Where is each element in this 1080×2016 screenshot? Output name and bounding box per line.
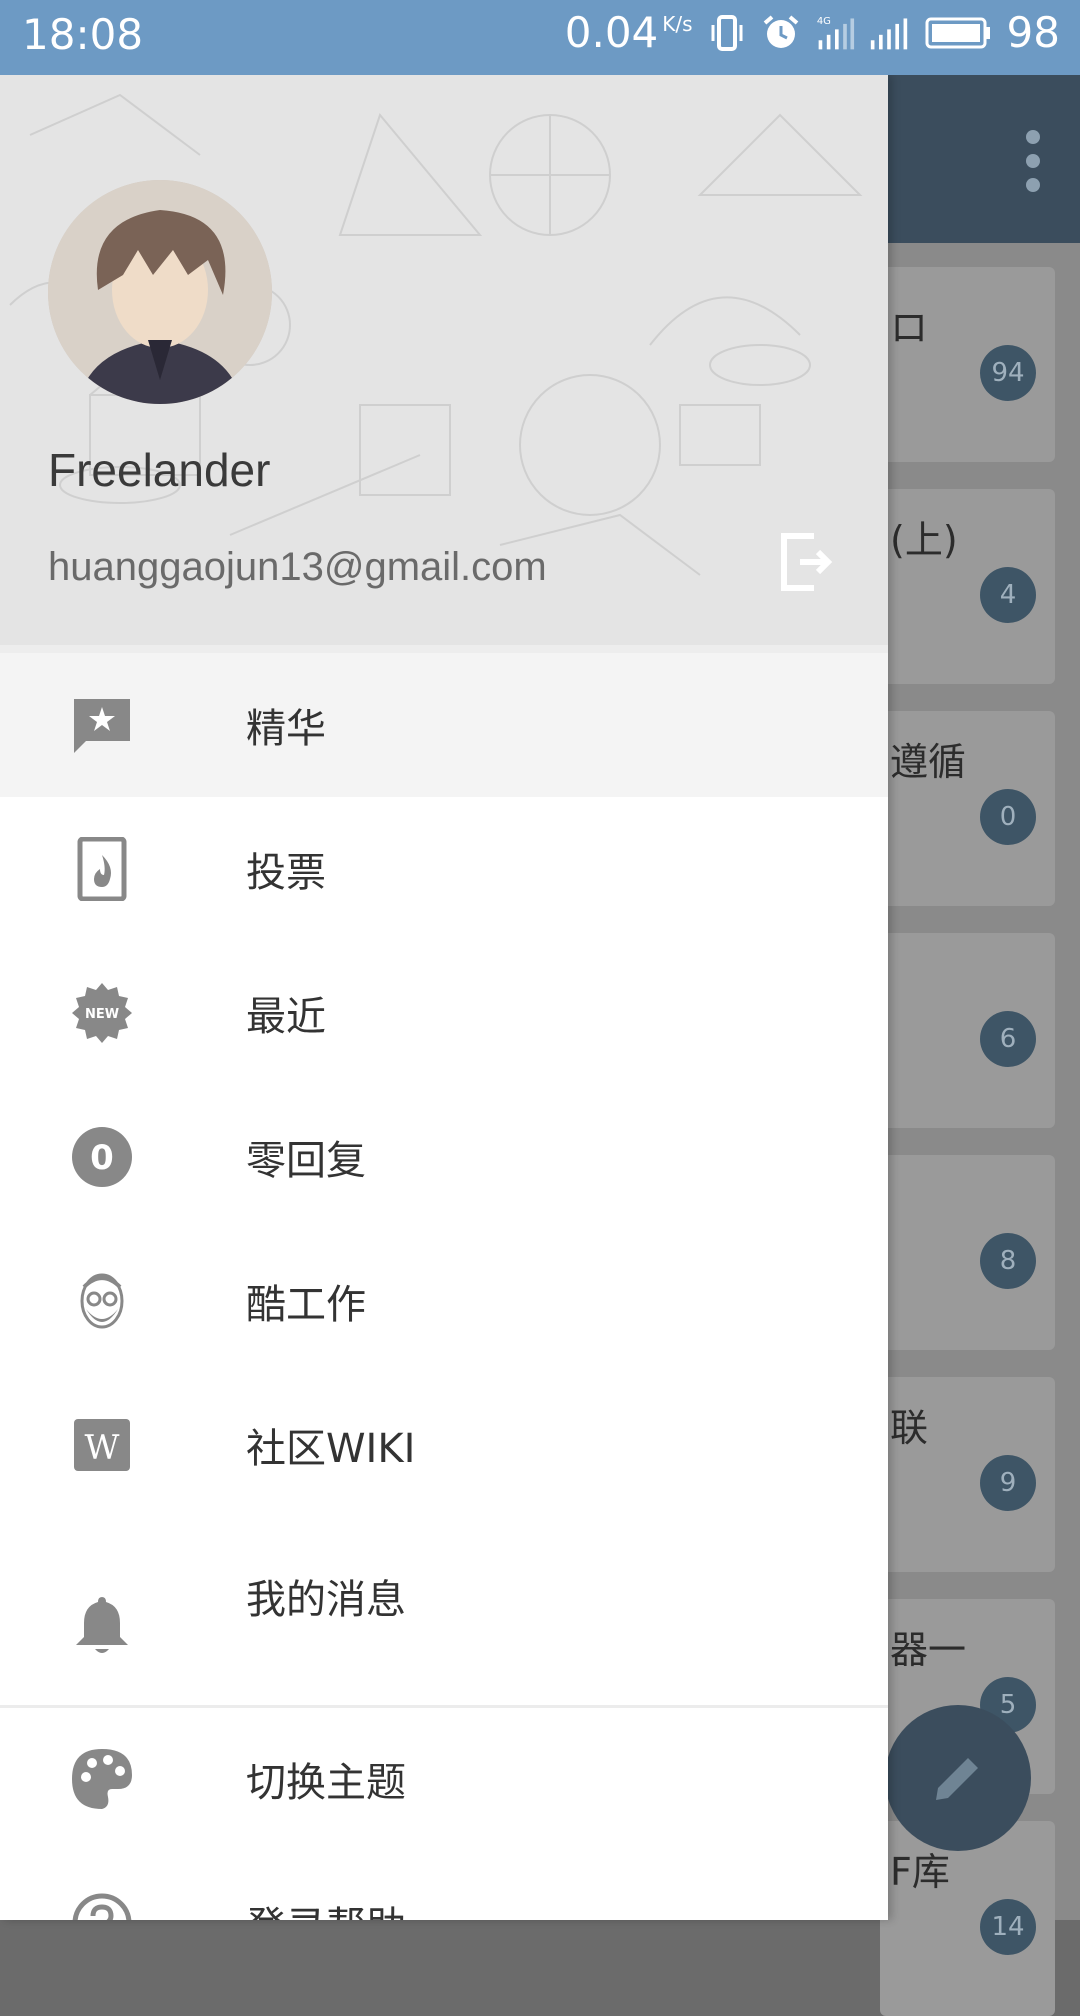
card-text: 遵循 bbox=[890, 740, 967, 784]
svg-text:NEW: NEW bbox=[85, 1007, 119, 1022]
drawer-header: Freelander huanggaojun13@gmail.com bbox=[0, 75, 888, 645]
zero-circle-icon: 0 bbox=[70, 1125, 134, 1189]
palette-icon bbox=[70, 1747, 134, 1811]
menu-item-jobs[interactable]: 酷工作 bbox=[0, 1229, 888, 1373]
user-name: Freelander bbox=[48, 444, 271, 496]
star-chat-icon bbox=[70, 693, 134, 757]
signal-icon bbox=[869, 13, 909, 53]
menu-item-label: 零回复 bbox=[246, 1138, 366, 1184]
status-bar: 18:08 0.04 K/s 4G 98 bbox=[0, 0, 1080, 75]
card-text: (上) bbox=[890, 518, 958, 562]
reply-count-badge: 9 bbox=[980, 1455, 1036, 1511]
status-time: 18:08 bbox=[22, 10, 144, 59]
svg-text:0: 0 bbox=[90, 1138, 114, 1178]
card-text: ロ bbox=[890, 306, 929, 350]
battery-level: 98 bbox=[1006, 8, 1060, 57]
menu-item-wiki[interactable]: W 社区WIKI bbox=[0, 1373, 888, 1517]
menu-item-label: 酷工作 bbox=[246, 1282, 366, 1328]
compose-fab[interactable] bbox=[885, 1705, 1031, 1851]
net-speed: 0.04 bbox=[564, 8, 659, 57]
menu-item-switch-theme[interactable]: 切换主题 bbox=[0, 1708, 888, 1850]
user-avatar[interactable] bbox=[48, 180, 272, 404]
net-unit: K/s bbox=[662, 11, 693, 36]
svg-text:W: W bbox=[85, 1428, 120, 1468]
pencil-icon bbox=[936, 1758, 978, 1800]
menu-item-label: 社区WIKI bbox=[246, 1426, 416, 1472]
topic-card[interactable]: 8 bbox=[880, 1155, 1055, 1350]
header-divider bbox=[0, 645, 888, 653]
reply-count-badge: 4 bbox=[980, 567, 1036, 623]
reply-count-badge: 0 bbox=[980, 789, 1036, 845]
4g-signal-icon: 4G bbox=[815, 13, 855, 53]
reply-count-badge: 94 bbox=[980, 345, 1036, 401]
menu-item-label: 精华 bbox=[246, 706, 326, 752]
overflow-menu-icon[interactable] bbox=[1026, 130, 1042, 202]
topic-card[interactable]: 联9 bbox=[880, 1377, 1055, 1572]
svg-text:4G: 4G bbox=[816, 15, 830, 26]
menu-item-login-help[interactable]: 登录帮助 bbox=[0, 1850, 888, 1920]
topic-card[interactable]: 遵循 0 bbox=[880, 711, 1055, 906]
topic-card[interactable]: ロ 94 bbox=[880, 267, 1055, 462]
navigation-drawer: Freelander huanggaojun13@gmail.com 精华 投票… bbox=[0, 75, 888, 1920]
wiki-icon: W bbox=[70, 1413, 134, 1477]
fire-card-icon bbox=[70, 837, 134, 901]
drawer-menu: 精华 投票 NEW 最近 0 零回复 酷工作 W 社区WIKI 我的消息 bbox=[0, 653, 888, 1661]
jobs-face-icon bbox=[70, 1269, 134, 1333]
reply-count-badge: 6 bbox=[980, 1011, 1036, 1067]
card-text: 联 bbox=[890, 1406, 929, 1450]
menu-item-recent[interactable]: NEW 最近 bbox=[0, 941, 888, 1085]
vibrate-icon bbox=[707, 13, 747, 53]
menu-item-messages[interactable]: 我的消息 bbox=[0, 1517, 888, 1661]
alarm-icon bbox=[761, 13, 801, 53]
help-circle-icon bbox=[70, 1891, 134, 1920]
battery-icon bbox=[923, 13, 993, 53]
menu-item-label: 我的消息 bbox=[246, 1577, 406, 1623]
menu-item-featured[interactable]: 精华 bbox=[0, 653, 888, 797]
user-email: huanggaojun13@gmail.com bbox=[48, 545, 547, 589]
menu-item-label: 最近 bbox=[246, 994, 326, 1040]
topic-card[interactable]: (上) 4 bbox=[880, 489, 1055, 684]
topic-card[interactable]: 6 bbox=[880, 933, 1055, 1128]
new-badge-icon: NEW bbox=[70, 981, 134, 1045]
reply-count-badge: 8 bbox=[980, 1233, 1036, 1289]
card-text: F库 bbox=[890, 1850, 950, 1894]
reply-count-badge: 14 bbox=[980, 1899, 1036, 1955]
menu-item-no-reply[interactable]: 0 零回复 bbox=[0, 1085, 888, 1229]
logout-icon[interactable] bbox=[778, 530, 834, 594]
card-text: 器一 bbox=[890, 1628, 967, 1672]
menu-item-label: 登录帮助 bbox=[246, 1894, 406, 1921]
menu-item-vote[interactable]: 投票 bbox=[0, 797, 888, 941]
bell-icon bbox=[70, 1593, 134, 1657]
menu-item-label: 切换主题 bbox=[246, 1760, 406, 1806]
menu-item-label: 投票 bbox=[246, 850, 326, 896]
drawer-footer-menu: 切换主题 登录帮助 bbox=[0, 1708, 888, 1920]
